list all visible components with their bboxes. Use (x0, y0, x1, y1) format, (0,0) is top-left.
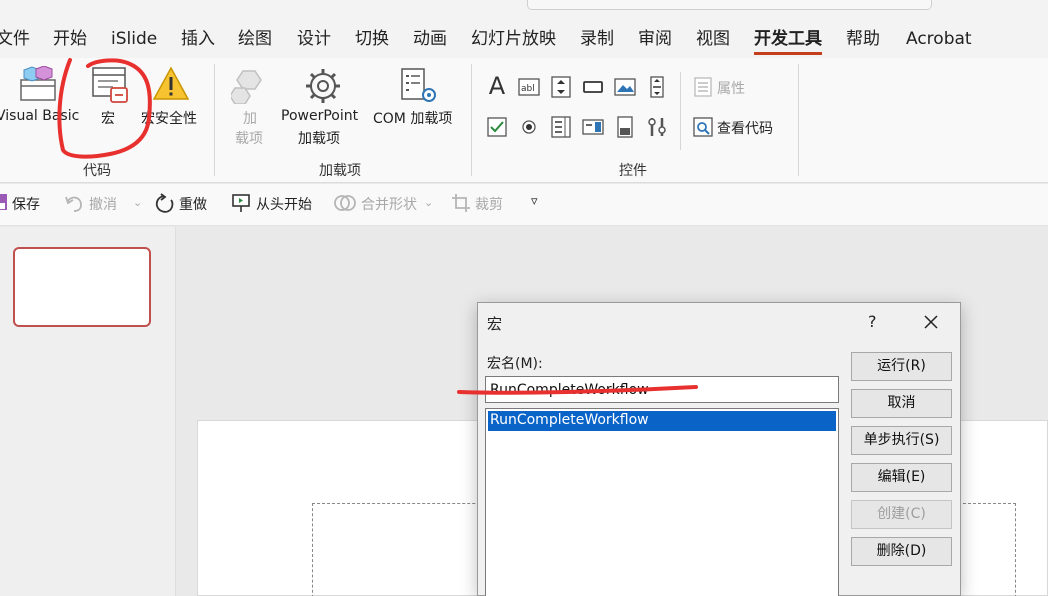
tab-design[interactable]: 设计 (297, 28, 331, 50)
macro-icon[interactable] (91, 66, 131, 110)
properties-label: 属性 (717, 81, 745, 97)
close-icon[interactable] (921, 312, 941, 332)
ribbon-tabs: 文件 开始 iSlide 插入 绘图 设计 切换 动画 幻灯片放映 录制 审阅 … (0, 22, 1048, 58)
radio-control-icon[interactable] (518, 116, 540, 138)
tab-help[interactable]: 帮助 (846, 28, 880, 50)
save-icon[interactable] (0, 193, 8, 215)
tab-record[interactable]: 录制 (580, 28, 614, 50)
slide-thumbnail[interactable] (13, 247, 151, 327)
tab-animations[interactable]: 动画 (413, 28, 447, 50)
properties-icon (692, 76, 714, 98)
addins-label-line1: 加 (243, 111, 257, 127)
addins-icon (229, 68, 269, 108)
tab-file[interactable]: 文件 (0, 28, 30, 50)
delete-button[interactable]: 删除(D) (851, 537, 952, 566)
addins-group-label: 加载项 (319, 163, 361, 179)
code-group-label: 代码 (83, 163, 111, 179)
crop-button[interactable]: 裁剪 (475, 194, 503, 214)
button-control-icon[interactable] (582, 76, 604, 98)
spinner-control-icon[interactable] (550, 76, 572, 98)
merge-shapes-button[interactable]: 合并形状 (361, 194, 417, 214)
group-separator (471, 64, 472, 176)
edit-button[interactable]: 编辑(E) (851, 463, 952, 492)
controls-inner-separator (680, 72, 681, 150)
tab-home[interactable]: 开始 (53, 28, 87, 50)
view-code-icon[interactable] (692, 116, 714, 138)
redo-button[interactable]: 重做 (179, 194, 207, 214)
visual-basic-label[interactable]: Visual Basic (0, 108, 79, 124)
visual-basic-icon[interactable] (18, 65, 58, 106)
com-addins-icon[interactable] (400, 67, 438, 109)
macro-name-input[interactable] (485, 376, 839, 403)
step-into-button[interactable]: 单步执行(S) (851, 426, 952, 455)
merge-shapes-dropdown-icon[interactable]: ⌄ (424, 196, 433, 209)
from-beginning-button[interactable]: 从头开始 (256, 194, 312, 214)
tab-developer[interactable]: 开发工具 (754, 28, 822, 55)
dialog-title: 宏 (487, 315, 503, 333)
save-button[interactable]: 保存 (12, 194, 40, 214)
list-item[interactable]: RunCompleteWorkflow (488, 411, 836, 431)
cancel-button[interactable]: 取消 (851, 389, 952, 418)
group-separator (214, 64, 215, 176)
help-button[interactable]: ? (868, 312, 877, 331)
scrollbar-control-icon[interactable] (646, 76, 668, 98)
macro-name-label: 宏名(M): (487, 356, 543, 372)
tab-review[interactable]: 审阅 (638, 28, 672, 50)
powerpoint-addins-label-line1[interactable]: PowerPoint (281, 108, 358, 124)
tab-islide[interactable]: iSlide (111, 28, 157, 50)
combobox-control-icon[interactable] (582, 116, 604, 138)
more-controls-icon[interactable] (646, 116, 668, 138)
macro-list[interactable]: RunCompleteWorkflow (485, 408, 839, 596)
toggle-button-control-icon[interactable] (614, 116, 636, 138)
group-separator (798, 64, 799, 176)
create-button: 创建(C) (851, 500, 952, 529)
tab-draw[interactable]: 绘图 (238, 28, 272, 50)
title-bar (0, 0, 1048, 22)
undo-icon[interactable] (64, 193, 84, 217)
view-code-label[interactable]: 查看代码 (717, 118, 773, 138)
label-control-icon[interactable]: A (486, 74, 508, 98)
svg-text:abl: abl (521, 84, 535, 94)
macro-security-label[interactable]: 宏安全性 (141, 108, 197, 128)
image-control-icon[interactable] (614, 76, 636, 98)
macro-dialog: 宏 ? 宏名(M): RunCompleteWorkflow 运行(R) 取消 … (477, 302, 961, 596)
crop-icon[interactable] (451, 193, 471, 217)
slideshow-from-start-icon[interactable] (231, 193, 251, 217)
search-box[interactable] (527, 0, 932, 10)
ribbon: Visual Basic 宏 宏安全性 代码 加 载项 PowerPoint 加… (0, 58, 1048, 183)
macro-label[interactable]: 宏 (101, 108, 115, 128)
textbox-control-icon[interactable]: abl (518, 76, 540, 98)
listbox-control-icon[interactable] (550, 116, 572, 138)
run-button[interactable]: 运行(R) (851, 352, 952, 381)
customize-toolbar-icon[interactable]: ▿ (531, 194, 538, 209)
com-addins-label[interactable]: COM 加载项 (373, 108, 452, 128)
undo-button[interactable]: 撤消 (89, 194, 117, 214)
addins-label-line2: 载项 (235, 131, 263, 147)
tab-view[interactable]: 视图 (696, 28, 730, 50)
warning-icon[interactable] (152, 66, 190, 106)
tab-insert[interactable]: 插入 (181, 28, 215, 50)
tab-acrobat[interactable]: Acrobat (906, 28, 972, 50)
quick-access-toolbar: 保存 撤消 ⌄ 重做 从头开始 合并形状 ⌄ 裁剪 ▿ (0, 184, 1048, 226)
powerpoint-addins-label-line2[interactable]: 加载项 (298, 128, 340, 148)
controls-group-label: 控件 (619, 163, 647, 179)
checkbox-control-icon[interactable] (486, 116, 508, 138)
merge-shapes-icon[interactable] (334, 193, 356, 217)
undo-dropdown-icon[interactable]: ⌄ (133, 196, 142, 209)
gear-icon[interactable] (304, 67, 342, 109)
redo-icon[interactable] (154, 193, 176, 219)
tab-slideshow[interactable]: 幻灯片放映 (471, 28, 556, 50)
tab-transitions[interactable]: 切换 (355, 28, 389, 50)
